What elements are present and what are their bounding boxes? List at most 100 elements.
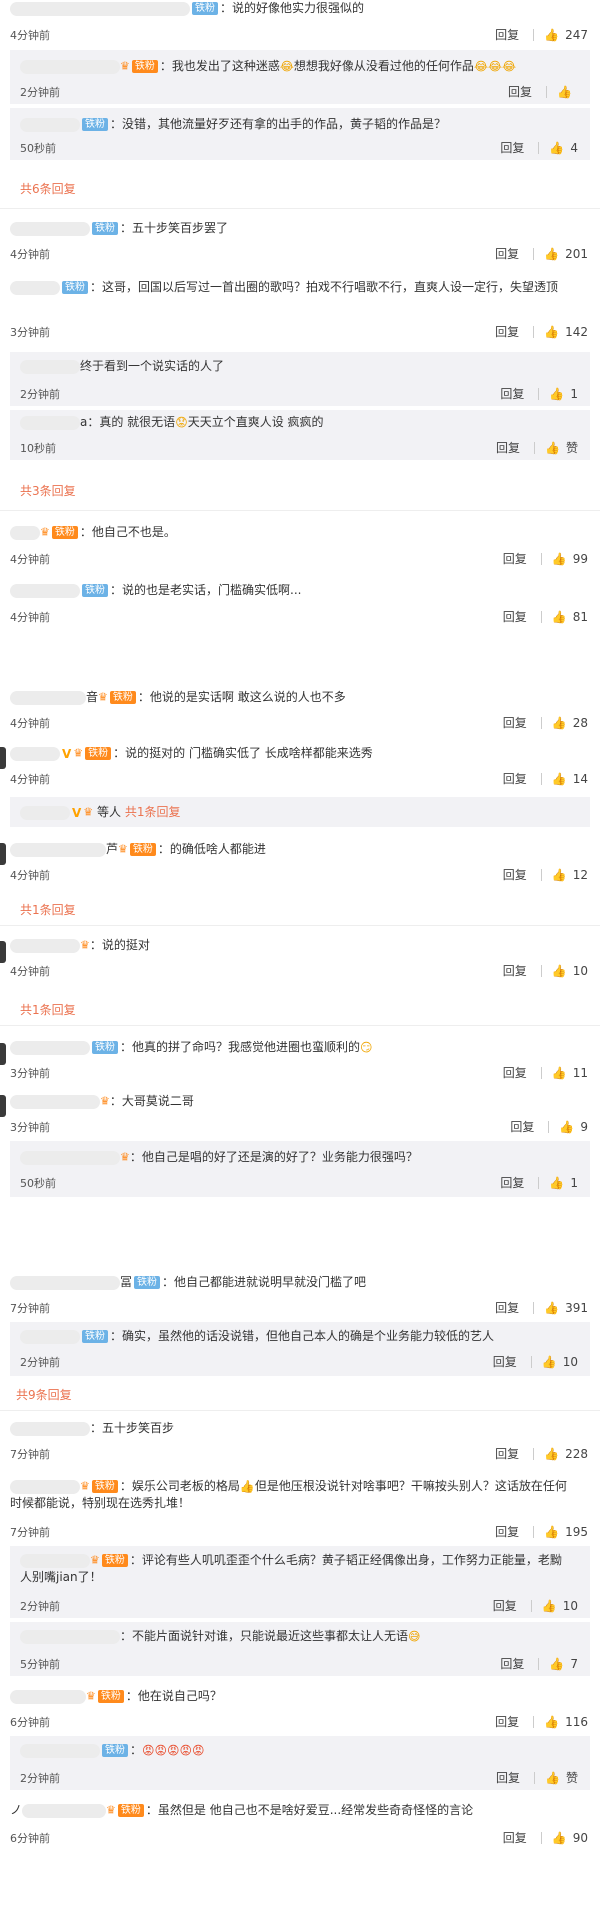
blurred-username[interactable] <box>10 1689 86 1704</box>
like-button-label[interactable]: 赞 <box>566 439 578 456</box>
reply-button[interactable]: 回复 <box>495 1445 519 1462</box>
reply-button[interactable]: 回复 <box>510 1118 534 1135</box>
blurred-username[interactable] <box>10 690 86 705</box>
thumb-up-icon[interactable]: 👍 <box>549 141 564 155</box>
thumb-up-icon[interactable]: 👍 <box>552 868 567 882</box>
thumb-up-icon[interactable]: 👍 <box>557 85 572 99</box>
divider <box>538 1176 540 1189</box>
thumb-up-icon[interactable]: 👍 <box>544 1301 559 1315</box>
reply-button[interactable]: 回复 <box>500 139 524 156</box>
thumb-up-icon[interactable]: 👍 <box>542 1355 557 1369</box>
blurred-username[interactable] <box>10 938 80 953</box>
thumb-up-icon[interactable]: 👍 <box>552 1066 567 1080</box>
blurred-username[interactable] <box>20 117 80 132</box>
blurred-username[interactable] <box>20 1150 120 1165</box>
reply-button[interactable]: 回复 <box>495 1713 519 1730</box>
reply-button[interactable]: 回复 <box>495 26 519 43</box>
more-replies-link[interactable]: 共3条回复 <box>20 482 76 499</box>
blurred-username[interactable] <box>10 1479 80 1494</box>
thumb-up-icon[interactable]: 👍 <box>545 1771 560 1785</box>
blurred-username[interactable] <box>10 1094 100 1109</box>
divider <box>533 1447 535 1460</box>
thumb-up-icon[interactable]: 👍 <box>549 1176 564 1190</box>
reply-button[interactable]: 回复 <box>500 1174 524 1191</box>
more-replies-link[interactable]: 共1条回复 <box>20 1001 76 1018</box>
reply-button[interactable]: 回复 <box>508 83 532 100</box>
blurred-username[interactable] <box>10 1421 90 1436</box>
blurred-username[interactable] <box>20 1329 80 1344</box>
reply-button[interactable]: 回复 <box>500 385 524 402</box>
laugh-cry-emoji-icon: 😂 <box>279 59 294 74</box>
reply-button[interactable]: 回复 <box>503 962 527 979</box>
blurred-username[interactable] <box>10 1 190 16</box>
thumb-up-icon[interactable]: 👍 <box>549 1657 564 1671</box>
thumb-up-icon[interactable]: 👍 <box>545 441 560 455</box>
blurred-username[interactable] <box>22 1803 107 1818</box>
reply-button[interactable]: 回复 <box>495 323 519 340</box>
reply-button[interactable]: 回复 <box>503 866 527 883</box>
reply-button[interactable]: 回复 <box>503 1829 527 1846</box>
thumb-up-icon[interactable]: 👍 <box>549 387 564 401</box>
blurred-username[interactable] <box>20 1553 90 1568</box>
thumb-up-icon[interactable]: 👍 <box>544 247 559 261</box>
thumb-up-icon[interactable]: 👍 <box>544 1715 559 1729</box>
reply-button[interactable]: 回复 <box>503 1064 527 1081</box>
reply-button[interactable]: 回复 <box>495 1299 519 1316</box>
thumb-up-icon[interactable]: 👍 <box>544 1447 559 1461</box>
more-replies-link[interactable]: 共1条回复 <box>125 805 181 819</box>
more-replies-link[interactable]: 共9条回复 <box>16 1386 72 1403</box>
blurred-username[interactable] <box>20 1629 120 1644</box>
thumb-up-icon[interactable]: 👍 <box>552 716 567 730</box>
reply-button[interactable]: 回复 <box>503 714 527 731</box>
comment-time: 7分钟前 <box>10 1302 50 1315</box>
thumb-up-icon[interactable]: 👍 <box>544 325 559 339</box>
blurred-username[interactable] <box>10 583 80 598</box>
reply-time: 50秒前 <box>20 142 56 155</box>
reply-button[interactable]: 回复 <box>493 1597 517 1614</box>
blurred-username[interactable] <box>10 1275 120 1290</box>
blurred-username[interactable] <box>10 842 106 857</box>
thumb-up-icon[interactable]: 👍 <box>552 1831 567 1845</box>
blurred-username[interactable] <box>10 746 60 761</box>
divider <box>540 1066 542 1079</box>
comment-section-1: 铁粉 ：说的好像他实力很强似的 4分钟前 回复 👍 247 ♛ 铁粉 ：我也发出了这种… <box>0 0 600 645</box>
thumb-up-icon[interactable]: 👍 <box>552 772 567 786</box>
thumb-up-icon[interactable]: 👍 <box>544 1525 559 1539</box>
blurred-username[interactable] <box>20 415 80 430</box>
blurred-username[interactable] <box>20 359 80 374</box>
reply-button[interactable]: 回复 <box>500 1655 524 1672</box>
thumb-up-icon[interactable]: 👍 <box>542 1599 557 1613</box>
more-replies-link[interactable]: 共6条回复 <box>20 180 76 197</box>
avatar[interactable] <box>0 747 6 769</box>
avatar[interactable] <box>0 843 6 865</box>
more-replies-link[interactable]: 共1条回复 <box>20 901 76 918</box>
avatar[interactable] <box>0 1095 6 1117</box>
reply-button[interactable]: 回复 <box>503 550 527 567</box>
blurred-username[interactable] <box>10 525 40 540</box>
thumb-up-icon[interactable]: 👍 <box>559 1120 574 1134</box>
comment-item: V ♛ 铁粉 ：说的挺对的 门槛确实低了 长成啥样都能来选秀 4分钟前 回复 👍 14 <box>0 741 600 791</box>
thumb-up-icon[interactable]: 👍 <box>552 610 567 624</box>
blurred-username[interactable] <box>10 221 90 236</box>
reply-button[interactable]: 回复 <box>495 1523 519 1540</box>
blurred-username[interactable] <box>10 280 60 295</box>
thumb-up-icon[interactable]: 👍 <box>552 552 567 566</box>
like-count: 228 <box>565 1446 588 1461</box>
reply-text: 等人 <box>97 805 122 819</box>
thumb-up-icon[interactable]: 👍 <box>552 964 567 978</box>
reply-button[interactable]: 回复 <box>496 1769 520 1786</box>
blurred-username[interactable] <box>10 1040 90 1055</box>
blurred-username[interactable] <box>20 1743 100 1758</box>
reply-item: ♛：他自己是唱的好了还是演的好了？业务能力很强吗？ 50秒前 回复 👍 1 <box>10 1141 590 1197</box>
thumb-up-icon[interactable]: 👍 <box>544 28 559 42</box>
reply-button[interactable]: 回复 <box>503 608 527 625</box>
like-button-label[interactable]: 赞 <box>566 1769 578 1786</box>
reply-button[interactable]: 回复 <box>496 439 520 456</box>
avatar[interactable] <box>0 1043 6 1065</box>
reply-button[interactable]: 回复 <box>503 770 527 787</box>
avatar[interactable] <box>0 941 6 963</box>
reply-button[interactable]: 回复 <box>493 1353 517 1370</box>
blurred-username[interactable] <box>20 805 70 820</box>
blurred-username[interactable] <box>20 59 120 74</box>
reply-button[interactable]: 回复 <box>495 245 519 262</box>
